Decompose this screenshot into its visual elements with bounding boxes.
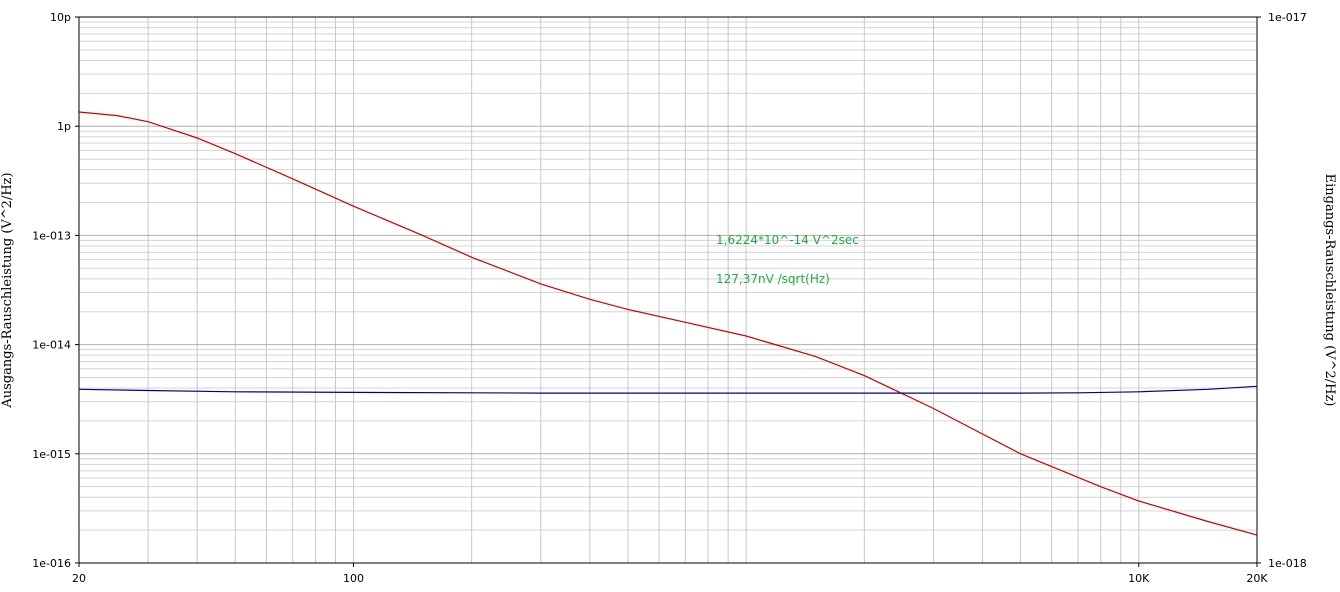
plot-background [79,17,1257,563]
left-tick-label: 1p [57,120,71,133]
left-tick-label: 1e-015 [32,448,71,461]
left-axis-title: Ausgangs-Rauschleistung (V^2/Hz) [0,172,15,408]
left-tick-label: 10p [50,11,71,24]
x-axis-ticks: 20 100 10K 20K [72,563,1268,585]
x-tick-label: 100 [343,572,364,585]
x-tick-label: 10K [1128,572,1150,585]
right-axis-ticks: 1e-017 1e-018 [1257,11,1307,570]
right-axis-title: Eingangs-Rauschleistung (V^2/Hz) [1322,174,1337,407]
noise-chart: 10p1p1e-0131e-0141e-0151e-016 1e-0171e-0… [0,11,1337,585]
x-tick-label: 20 [72,572,86,585]
annotation-energy: 1,6224*10^-14 V^2sec [716,233,859,247]
x-tick-label: 20K [1246,572,1268,585]
left-axis-ticks: 10p 1p 1e-013 1e-014 1e-015 1e-016 [32,11,79,570]
annotation-voltage-density: 127,37nV /sqrt(Hz) [716,272,830,286]
right-tick-label: 1e-018 [1268,557,1307,570]
left-tick-label: 1e-016 [32,557,71,570]
left-tick-label: 1e-013 [32,229,71,242]
left-tick-label: 1e-014 [32,339,71,352]
right-tick-label: 1e-017 [1268,11,1307,24]
